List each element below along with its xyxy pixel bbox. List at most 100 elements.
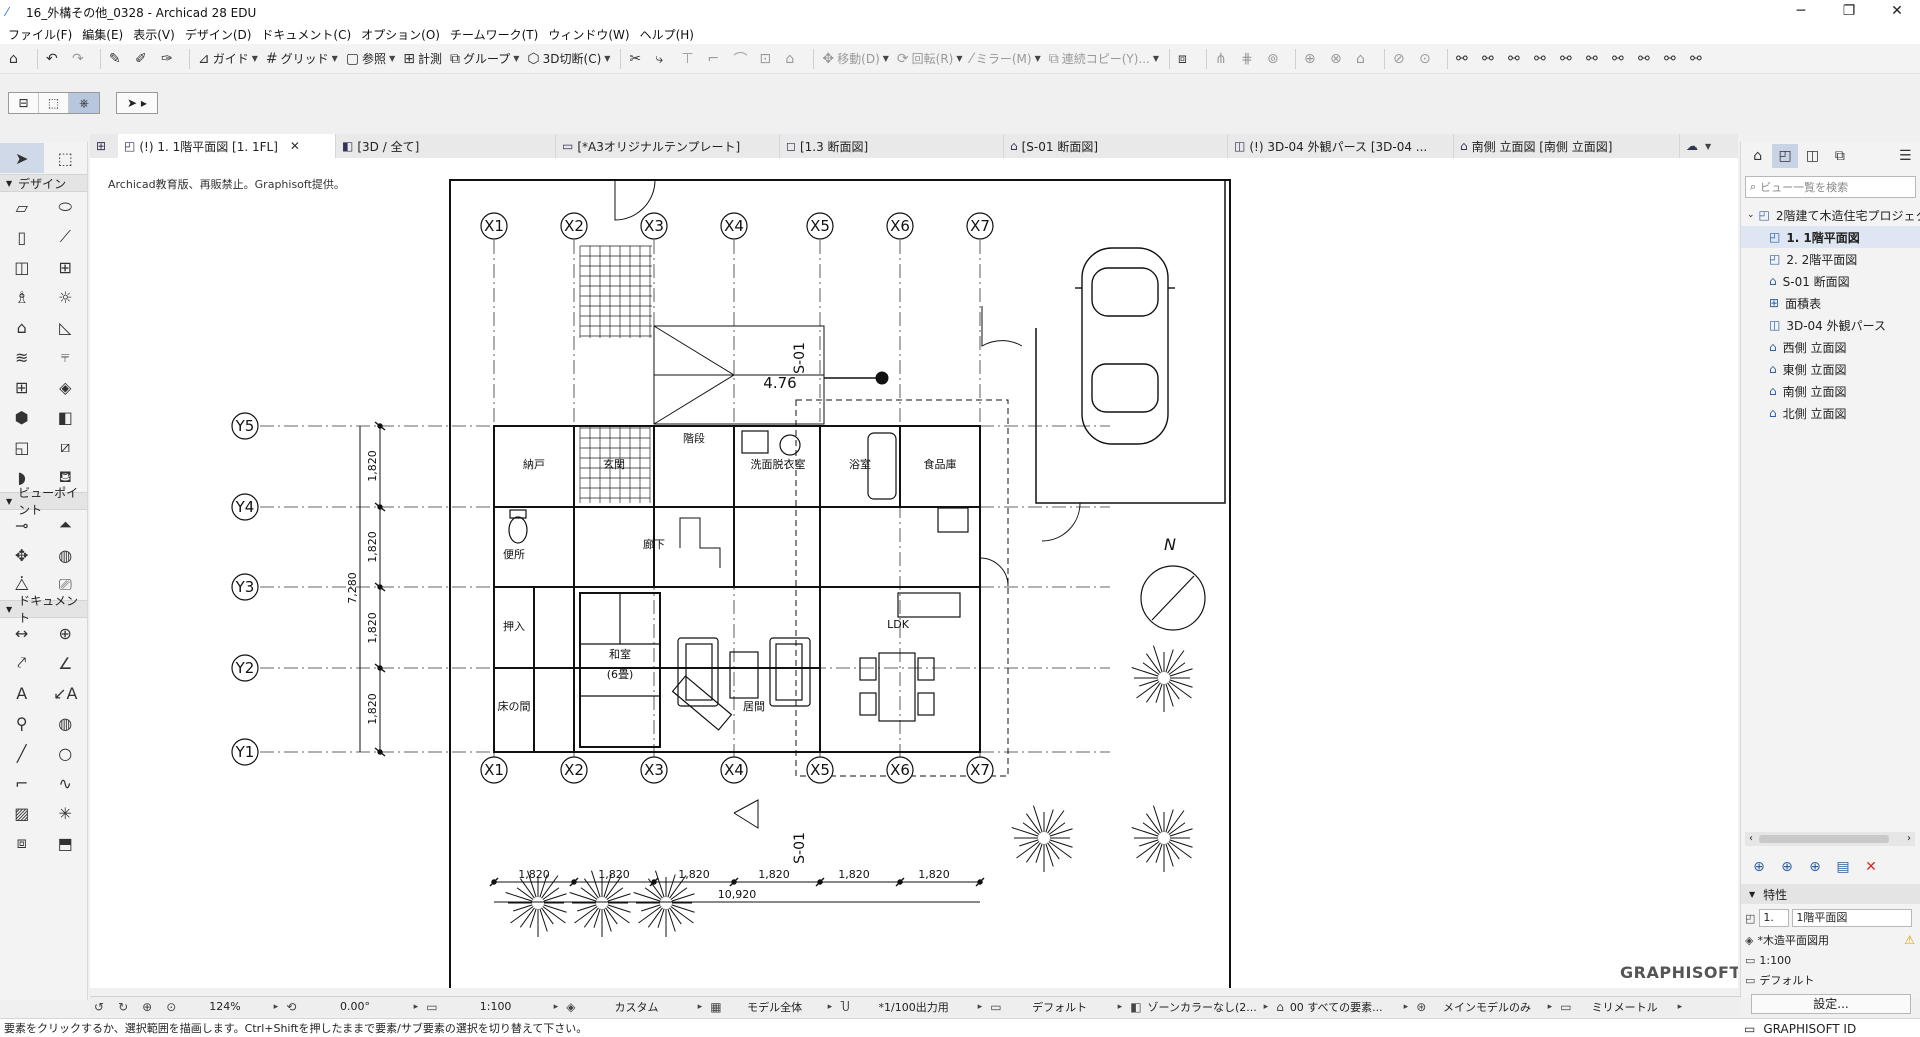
room-washroom[interactable]: 洗面脱衣室 xyxy=(751,457,806,471)
grid-bubble-y[interactable]: Y5 xyxy=(231,412,259,440)
measure-button[interactable]: ⊞ 計測 xyxy=(400,47,445,71)
grid-bubble-y[interactable]: Y3 xyxy=(231,573,259,601)
dim-x-4[interactable]: 1,820 xyxy=(758,868,790,881)
menu-file[interactable]: ファイル(F) xyxy=(6,26,80,43)
radial-dimension-tool[interactable]: ⤤ xyxy=(0,648,44,678)
lamp-tool[interactable]: ☼ xyxy=(44,282,88,312)
tool-a-button[interactable]: ⋔ xyxy=(1212,47,1236,71)
grid-bubble-x[interactable]: X5 xyxy=(806,212,834,240)
pick-up-button[interactable]: ✎ xyxy=(106,47,130,71)
menu-window[interactable]: ウィンドウ(W) xyxy=(546,26,637,43)
spline-tool[interactable]: ∿ xyxy=(44,768,88,798)
tree-item-west-elevation[interactable]: ⌂ 西側 立面図 xyxy=(1741,336,1920,358)
room-stairs[interactable]: 階段 xyxy=(683,431,705,445)
tree-item-south-elevation[interactable]: ⌂ 南側 立面図 xyxy=(1741,380,1920,402)
dim-y-4[interactable]: 1,820 xyxy=(366,693,379,725)
split-button[interactable]: ✂ xyxy=(626,47,650,71)
dim-x-6[interactable]: 1,820 xyxy=(918,868,950,881)
curtain-wall-tool[interactable]: ⊞ xyxy=(0,372,44,402)
view-search-input[interactable]: ⌕ ビュー一覧を検索 xyxy=(1745,176,1916,198)
worksheet-tool[interactable]: ◍ xyxy=(44,540,88,570)
image-tool[interactable]: ⧈ xyxy=(0,828,44,858)
move-button[interactable]: ✥ 移動(D) ▼ xyxy=(819,47,892,71)
dim-x-total[interactable]: 10,920 xyxy=(718,888,757,901)
tool-f-button[interactable]: ⌂ xyxy=(1353,47,1377,71)
tab-section-1-3[interactable]: ◻ [1.3 断面図] xyxy=(780,134,1004,158)
home-button[interactable]: ⌂ xyxy=(6,47,30,71)
inject-params-button[interactable]: ✑ xyxy=(158,47,182,71)
cut3d-button[interactable]: ⬡ 3D切断(C) ▼ xyxy=(524,47,613,71)
structure-display-dropdown[interactable]: ▦ モデル全体 ▸ xyxy=(706,997,836,1017)
dim-y-3[interactable]: 1,820 xyxy=(366,612,379,644)
multiply-button[interactable]: ⧉ 連続コピー(Y)... ▼ xyxy=(1046,47,1162,71)
mep-9-button[interactable]: ⚯ xyxy=(1661,47,1685,71)
grid-bubble-x[interactable]: X6 xyxy=(886,756,914,784)
new-folder-button[interactable]: ⊕ xyxy=(1801,855,1829,879)
grid-bubble-x[interactable]: X6 xyxy=(886,212,914,240)
tree-item-area-schedule[interactable]: ⊞ 面積表 xyxy=(1741,292,1920,314)
dim-y-total[interactable]: 7,280 xyxy=(346,572,359,604)
column-tool[interactable]: ▯ xyxy=(0,222,44,252)
group-button[interactable]: ⧉ グループ ▼ xyxy=(447,47,522,71)
room-closet[interactable]: 押入 xyxy=(503,619,525,633)
floor-plan-canvas[interactable]: Archicad教育版、再販禁止。Graphisoft提供。 X1 X1 X2 … xyxy=(90,158,1738,988)
prop-mvo-row[interactable]: ◈ *木造平面図用 ⚠ xyxy=(1745,930,1917,950)
grid-bubble-x[interactable]: X2 xyxy=(560,212,588,240)
layer-combo-dropdown[interactable]: ◈ カスタム ▸ xyxy=(562,997,706,1017)
menu-design[interactable]: デザイン(D) xyxy=(183,26,260,43)
mep-8-button[interactable]: ⚯ xyxy=(1635,47,1659,71)
mep-2-button[interactable]: ⚯ xyxy=(1479,47,1503,71)
menu-edit[interactable]: 編集(E) xyxy=(80,26,131,43)
mep-5-button[interactable]: ⚯ xyxy=(1557,47,1581,71)
polyline-tool[interactable]: ⌐ xyxy=(0,768,44,798)
menu-help[interactable]: ヘルプ(H) xyxy=(638,26,702,43)
object-tool[interactable]: ♗ xyxy=(0,282,44,312)
text-tool[interactable]: A xyxy=(0,678,44,708)
reference-button[interactable]: ▢ 参照 ▼ xyxy=(343,47,398,71)
dimension-tool[interactable]: ↔ xyxy=(0,618,44,648)
room-toilet[interactable]: 便所 xyxy=(503,548,525,561)
section-label-bottom[interactable]: S-01 xyxy=(792,832,808,864)
save-view-button[interactable]: ⊕ xyxy=(1745,855,1773,879)
tab-3d-all[interactable]: ◧ [3D / 全て] xyxy=(336,134,556,158)
undo-button[interactable]: ↶ xyxy=(43,47,67,71)
redo-view-button[interactable]: ↻ xyxy=(114,997,138,1017)
prop-scale-row[interactable]: ▭ 1:100 xyxy=(1745,950,1917,970)
guide-button[interactable]: ⊿ ガイド ▼ xyxy=(195,47,261,71)
grid-bubble-x[interactable]: X1 xyxy=(480,756,508,784)
tree[interactable] xyxy=(1131,645,1193,712)
wall-geometry-button[interactable]: ⊟ xyxy=(9,93,39,113)
tab-floor-plan-1[interactable]: ◰ (!) 1. 1階平面図 [1. 1FL] ✕ xyxy=(118,134,336,158)
close-tab-icon[interactable]: ✕ xyxy=(290,139,300,153)
room-pantry[interactable]: 食品庫 xyxy=(924,457,957,471)
publisher-button[interactable]: ⧉ xyxy=(1827,144,1852,168)
section-viewpoint[interactable]: ▼ ビューポイント xyxy=(0,486,87,517)
room-alcove[interactable]: 床の間 xyxy=(498,699,531,713)
grid-bubble-x[interactable]: X4 xyxy=(720,756,748,784)
tree[interactable] xyxy=(1131,805,1193,872)
scroll-thumb[interactable] xyxy=(1759,835,1889,843)
marquee-method-button[interactable]: ⬚ xyxy=(39,93,69,113)
level-marker-text[interactable]: 4.76 xyxy=(763,374,796,392)
mirror-button[interactable]: ⁄ ミラー(M) ▼ xyxy=(968,47,1044,71)
fill-tool[interactable]: ◍ xyxy=(44,708,88,738)
tree-item-floor-1[interactable]: ◰ 1. 1階平面図 xyxy=(1741,226,1920,248)
adjust-button[interactable]: ⤷ xyxy=(652,47,676,71)
dim-x-1[interactable]: 1,820 xyxy=(518,868,550,881)
roof-tool[interactable]: ⌂ xyxy=(0,312,44,342)
rotation-dropdown[interactable]: ⟲ 0.00° ▸ xyxy=(282,997,422,1017)
label-tool[interactable]: ↙A xyxy=(44,678,88,708)
mep-7-button[interactable]: ⚯ xyxy=(1609,47,1633,71)
floor-plan-drawing[interactable]: X1 X1 X2 X2 X3 X3 X4 X4 X5 X5 X6 X6 X7 X7 Y5 Y4 Y3 Y2 Y1 納… xyxy=(90,158,1738,988)
dim-y-2[interactable]: 1,820 xyxy=(366,531,379,563)
grid-bubble-y[interactable]: Y4 xyxy=(231,493,259,521)
dim-x-2[interactable]: 1,820 xyxy=(598,868,630,881)
level-dimension-tool[interactable]: ⊕ xyxy=(44,618,88,648)
fillet-button[interactable]: ⌒ xyxy=(730,47,754,71)
tool-b-button[interactable]: ⋕ xyxy=(1238,47,1262,71)
explode-button[interactable]: ⌂ xyxy=(782,47,806,71)
zone-color-dropdown[interactable]: ◧ ゾーンカラーなし(2... ▸ xyxy=(1126,997,1272,1017)
grid-bubble-x[interactable]: X2 xyxy=(560,756,588,784)
menu-document[interactable]: ドキュメント(C) xyxy=(259,26,359,43)
minimize-button[interactable]: ─ xyxy=(1778,0,1824,24)
